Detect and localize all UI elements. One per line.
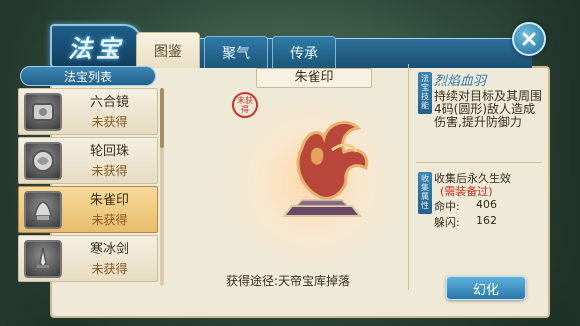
- item-name: 寒冰剑: [89, 241, 129, 257]
- phoenix-artifact-icon: [281, 121, 369, 217]
- artifact-name-plate: 朱雀印: [256, 68, 372, 88]
- skill-description: 持续对目标及其周围4码(圆形)敌人造成伤害,提升防御力: [434, 89, 543, 129]
- item-status: 未获得: [91, 212, 128, 227]
- mirror-icon: [24, 92, 62, 131]
- collection-section-label: 收集属性: [418, 172, 432, 214]
- stat-value: 406: [476, 198, 497, 211]
- item-status: 未获得: [91, 114, 128, 129]
- item-status: 未获得: [91, 261, 128, 276]
- transform-button[interactable]: 幻化: [446, 276, 526, 300]
- item-status: 未获得: [91, 163, 128, 178]
- seal-text: 未获得: [237, 96, 253, 114]
- list-item-lunhui-orb[interactable]: 轮回珠 未获得: [18, 137, 158, 184]
- stat-value: 162: [476, 214, 497, 227]
- list-scrollbar[interactable]: [160, 88, 164, 286]
- stat-label: 躲闪:: [434, 216, 460, 229]
- transform-button-label: 幻化: [472, 282, 499, 298]
- list-item-liuhe-mirror[interactable]: 六合镜 未获得: [18, 88, 158, 135]
- stat-dodge: 躲闪: 162: [434, 214, 497, 230]
- skill-section-label: 法宝技能: [418, 72, 432, 114]
- skill-name: 烈焰血羽: [434, 74, 487, 89]
- close-icon: [522, 32, 536, 46]
- list-item-zhuque-seal[interactable]: 朱雀印 未获得: [18, 186, 158, 233]
- collection-requirement: (需装备过): [440, 185, 493, 198]
- title-emblem-text: 法宝: [68, 33, 124, 63]
- tab-label: 传承: [290, 45, 318, 62]
- panel-divider: [408, 64, 409, 290]
- not-acquired-seal: 未获得: [232, 92, 258, 118]
- tab-atlas[interactable]: 图鉴: [136, 32, 200, 68]
- item-name: 六合镜: [89, 94, 129, 110]
- item-name: 朱雀印: [89, 192, 129, 208]
- stat-label: 命中:: [434, 200, 460, 213]
- tab-label: 聚气: [222, 45, 250, 62]
- tab-label: 图鉴: [154, 43, 182, 60]
- item-name: 轮回珠: [89, 143, 129, 159]
- artifact-list: 六合镜 未获得 轮回珠 未获得 朱雀印 未获得 寒冰剑 未获得: [18, 88, 158, 286]
- acquire-method: 获得途径:天帝宝库掉落: [226, 274, 351, 288]
- stat-accuracy: 命中: 406: [434, 198, 497, 214]
- sword-icon: [24, 239, 62, 278]
- section-divider: [416, 162, 542, 163]
- tab-gather-qi[interactable]: 聚气: [204, 36, 268, 68]
- close-button[interactable]: [512, 22, 546, 56]
- scrollbar-thumb[interactable]: [160, 88, 164, 148]
- tab-inherit[interactable]: 传承: [272, 36, 336, 68]
- tab-bar: 图鉴 聚气 传承: [136, 32, 336, 68]
- title-emblem: 法宝: [50, 24, 142, 68]
- orb-icon: [24, 141, 62, 180]
- list-header: 法宝列表: [20, 66, 156, 86]
- phoenix-seal-icon: [24, 190, 62, 229]
- list-item-hanbing-sword[interactable]: 寒冰剑 未获得: [18, 235, 158, 282]
